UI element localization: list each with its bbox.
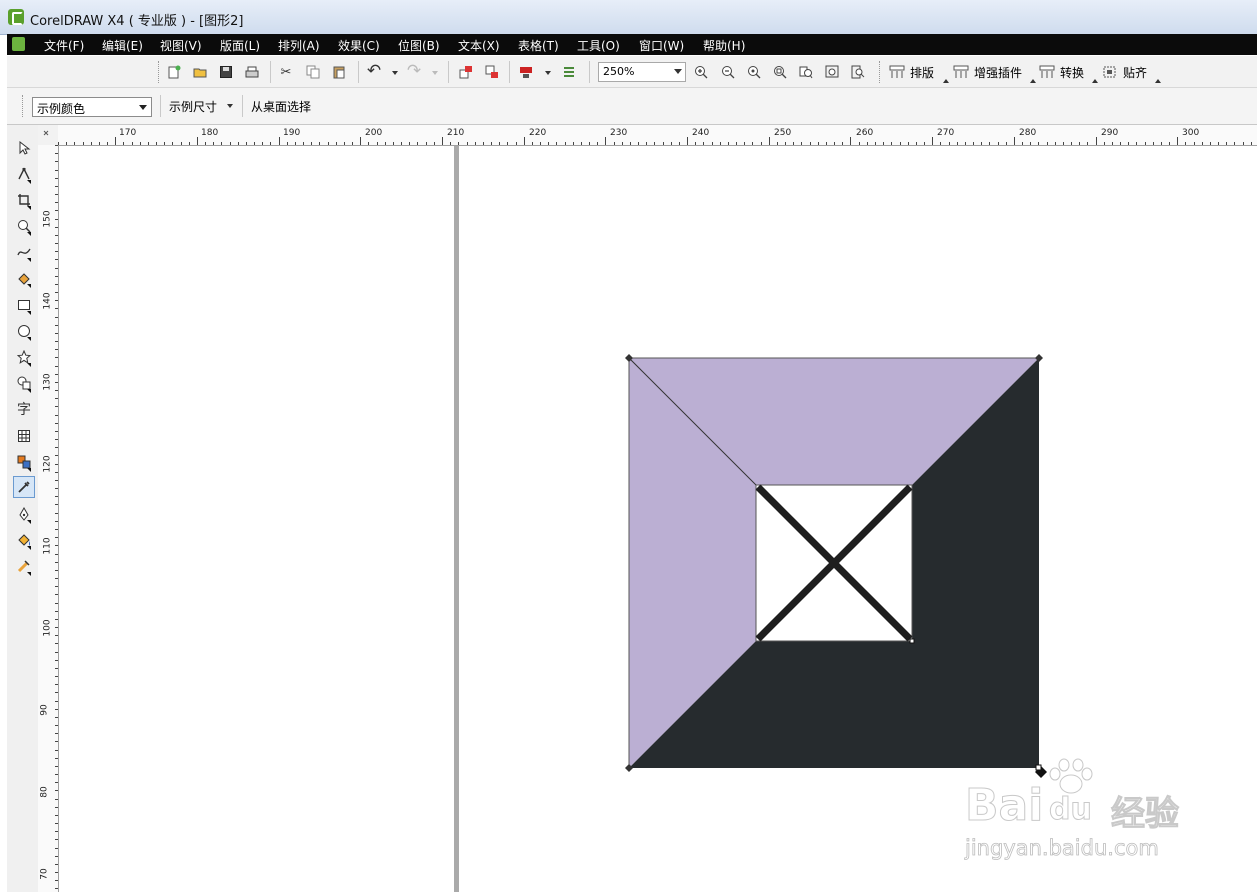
watermark-brand-cn: 经验 xyxy=(1111,794,1180,835)
watermark-brand-left: Bai xyxy=(964,780,1044,832)
watermark-brand-right: du xyxy=(1049,792,1093,828)
watermark-url: jingyan.baidu.com xyxy=(965,836,1160,861)
baidu-jingyan-watermark: Bai du 经验 jingyan.baidu.com xyxy=(963,758,1193,868)
